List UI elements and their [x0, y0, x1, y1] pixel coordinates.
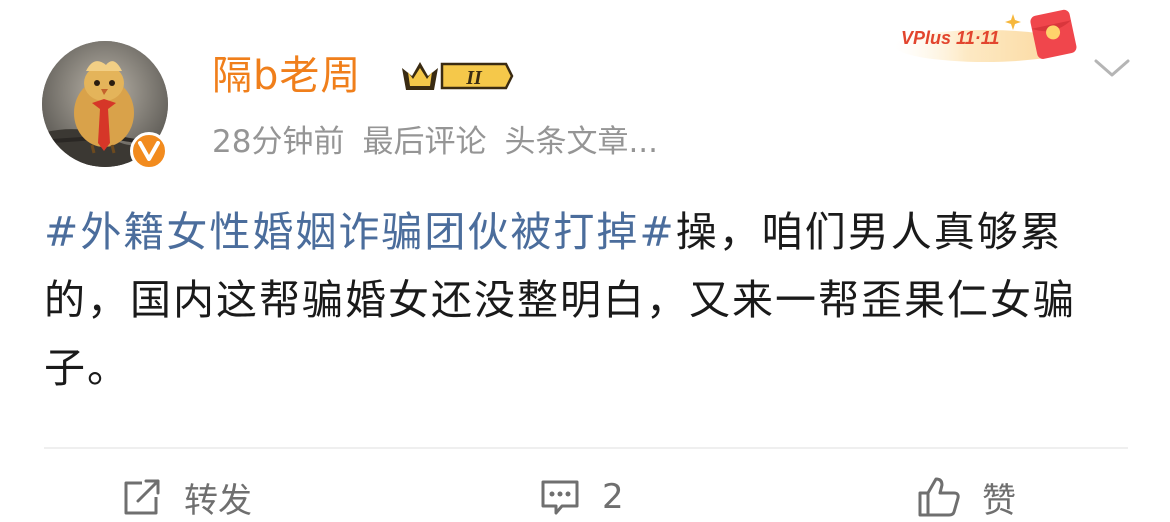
hashtag-link[interactable]: #外籍女性婚姻诈骗团伙被打掉# — [44, 208, 676, 256]
chevron-down-icon — [1094, 59, 1130, 77]
post-meta: 28分钟前 最后评论 头条文章... — [212, 120, 676, 164]
repost-label: 转发 — [184, 480, 252, 521]
verified-badge — [130, 132, 168, 170]
username[interactable]: 隔b老周 — [212, 50, 361, 102]
promo-label: VPlus 11·11 — [901, 28, 999, 48]
last-comment-label: 最后评论 — [362, 124, 487, 160]
vip-level-badge[interactable]: II — [398, 56, 514, 96]
vip-level-text: II — [465, 67, 483, 89]
like-label: 赞 — [982, 480, 1016, 521]
thumbs-up-icon — [918, 477, 960, 517]
like-button[interactable]: 赞 — [916, 472, 1016, 522]
post-source[interactable]: 头条文章... — [504, 124, 658, 160]
comment-button[interactable]: 2 — [538, 472, 624, 522]
crown-icon: II — [402, 62, 514, 90]
repost-button[interactable]: 转发 — [120, 472, 252, 522]
divider — [44, 447, 1128, 449]
post-content: #外籍女性婚姻诈骗团伙被打掉#操，咱们男人真够累的，国内这帮骗婚女还没整明白，又… — [44, 198, 1134, 402]
weibo-post-card: 隔b老周 II 28分钟前 最后评论 头条文章... VPlus 11·11 #… — [0, 0, 1170, 521]
post-time: 28分钟前 — [212, 124, 345, 160]
comment-bubble-icon — [541, 480, 579, 515]
more-options-button[interactable] — [1092, 55, 1132, 83]
comment-count: 2 — [602, 477, 624, 517]
share-square-icon — [124, 479, 160, 515]
vplus-promo-badge[interactable]: VPlus 11·11 — [893, 2, 1093, 74]
red-envelope-icon: VPlus 11·11 — [895, 9, 1077, 62]
verified-v-icon — [138, 141, 160, 161]
